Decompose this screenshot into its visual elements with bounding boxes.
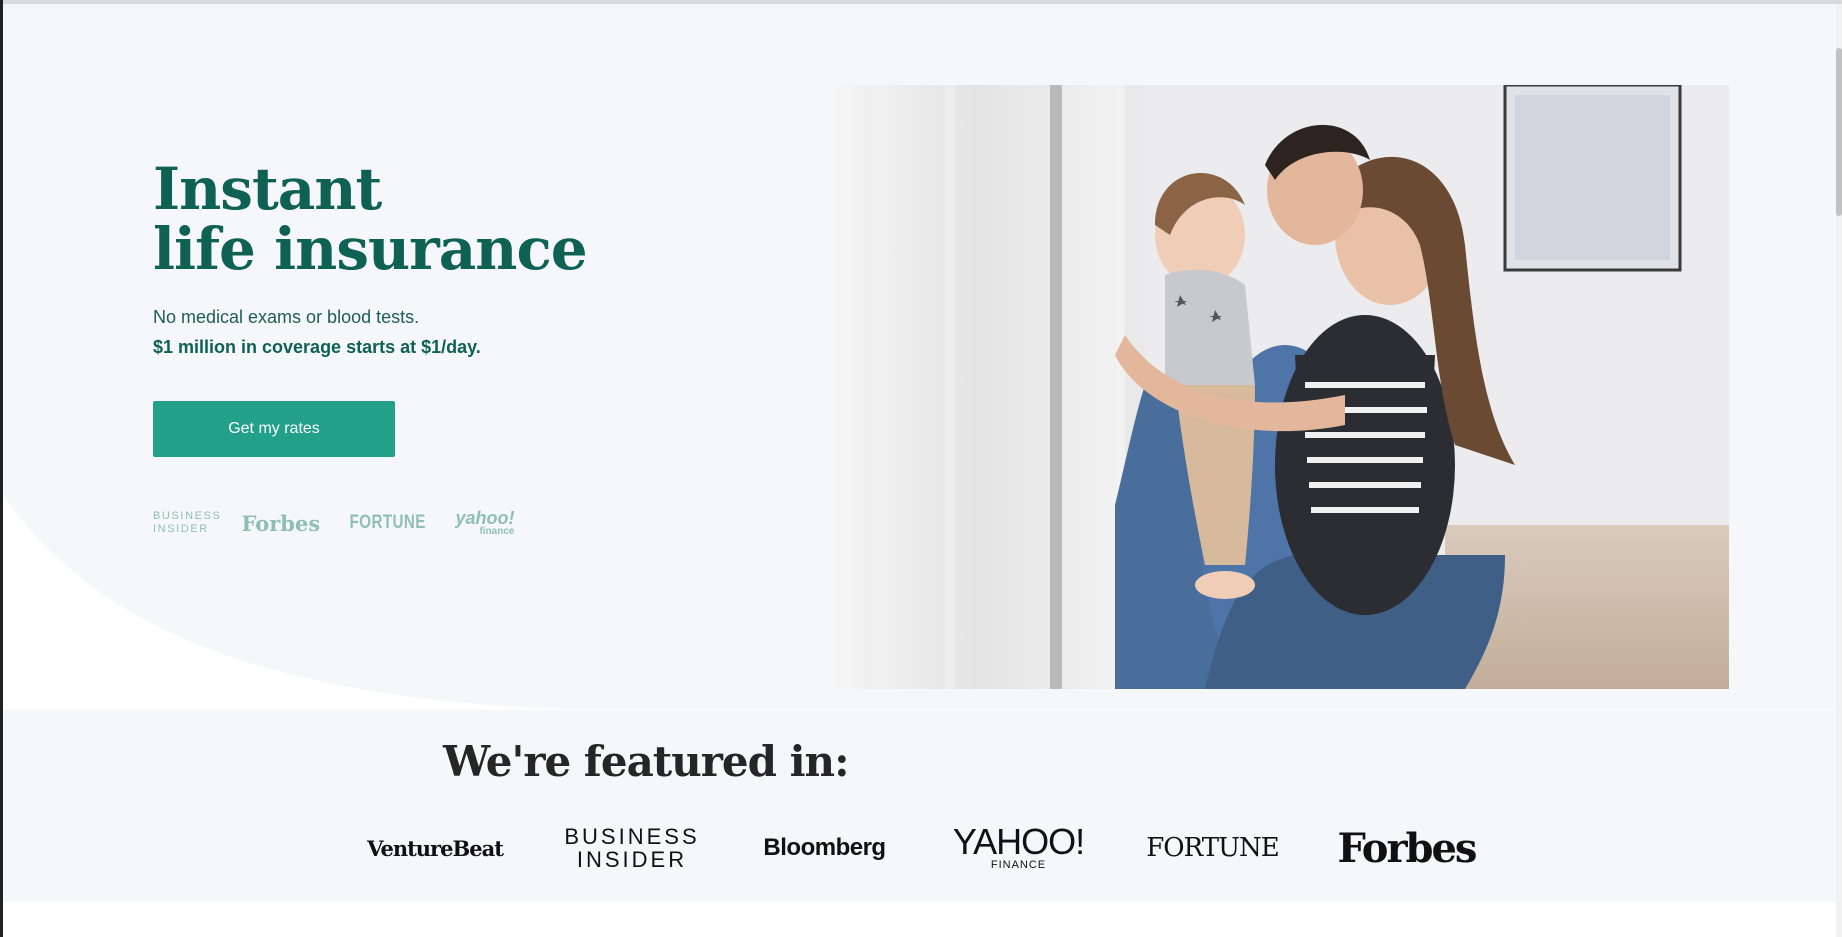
yahoo-finance-logo: YAHOO! FINANCE	[951, 818, 1086, 878]
featured-section: We're featured in: VentureBeat BUSINESS …	[3, 710, 1836, 902]
business-insider-logo-line2: INSIDER	[576, 847, 688, 872]
hero-text-block: Instant life insurance No medical exams …	[153, 159, 713, 358]
hero-title-line-2: life insurance	[153, 215, 588, 283]
hero-coverage-text: $1 million in coverage starts at $1/day.	[153, 337, 481, 357]
hero-press-logos: BUSINESS INSIDER Forbes FORTUNE yahoo! f…	[153, 508, 514, 538]
business-insider-logo: BUSINESS INSIDER	[562, 818, 702, 878]
hero-title-line-1: Instant	[153, 155, 382, 223]
bloomberg-logo: Bloomberg	[763, 834, 886, 861]
fortune-logo-small: FORTUNE	[349, 512, 426, 533]
yahoo-line1: yahoo!	[455, 507, 515, 528]
hero-subtitle: No medical exams or blood tests.	[153, 307, 420, 327]
forbes-logo: Forbes	[1337, 824, 1478, 872]
family-photo-illustration	[825, 85, 1729, 689]
yahoo-logo-line2: FINANCE	[990, 859, 1047, 871]
fortune-logo: FORTUNE	[1146, 833, 1279, 863]
get-my-rates-button[interactable]: Get my rates	[153, 401, 395, 457]
hero-title: Instant life insurance	[153, 159, 713, 279]
family-photo	[825, 85, 1729, 689]
business-insider-logo-small: BUSINESS INSIDER	[153, 510, 221, 536]
business-insider-logo-line1: BUSINESS	[564, 824, 700, 849]
featured-title: We're featured in:	[443, 737, 850, 786]
yahoo-finance-logo-small: yahoo! finance	[455, 507, 515, 537]
business-insider-line1: BUSINESS	[153, 510, 222, 522]
featured-logos: VentureBeat BUSINESS INSIDER Bloomberg Y…	[367, 818, 1478, 878]
business-insider-line2: INSIDER	[153, 523, 209, 535]
forbes-logo-small: Forbes	[241, 510, 321, 536]
page-scrollbar-thumb[interactable]	[1836, 48, 1842, 216]
yahoo-line2: finance	[479, 525, 515, 537]
yahoo-logo-line1: YAHOO!	[952, 821, 1085, 862]
venturebeat-logo: VentureBeat	[367, 835, 504, 861]
hero-section: Instant life insurance No medical exams …	[3, 4, 1836, 709]
